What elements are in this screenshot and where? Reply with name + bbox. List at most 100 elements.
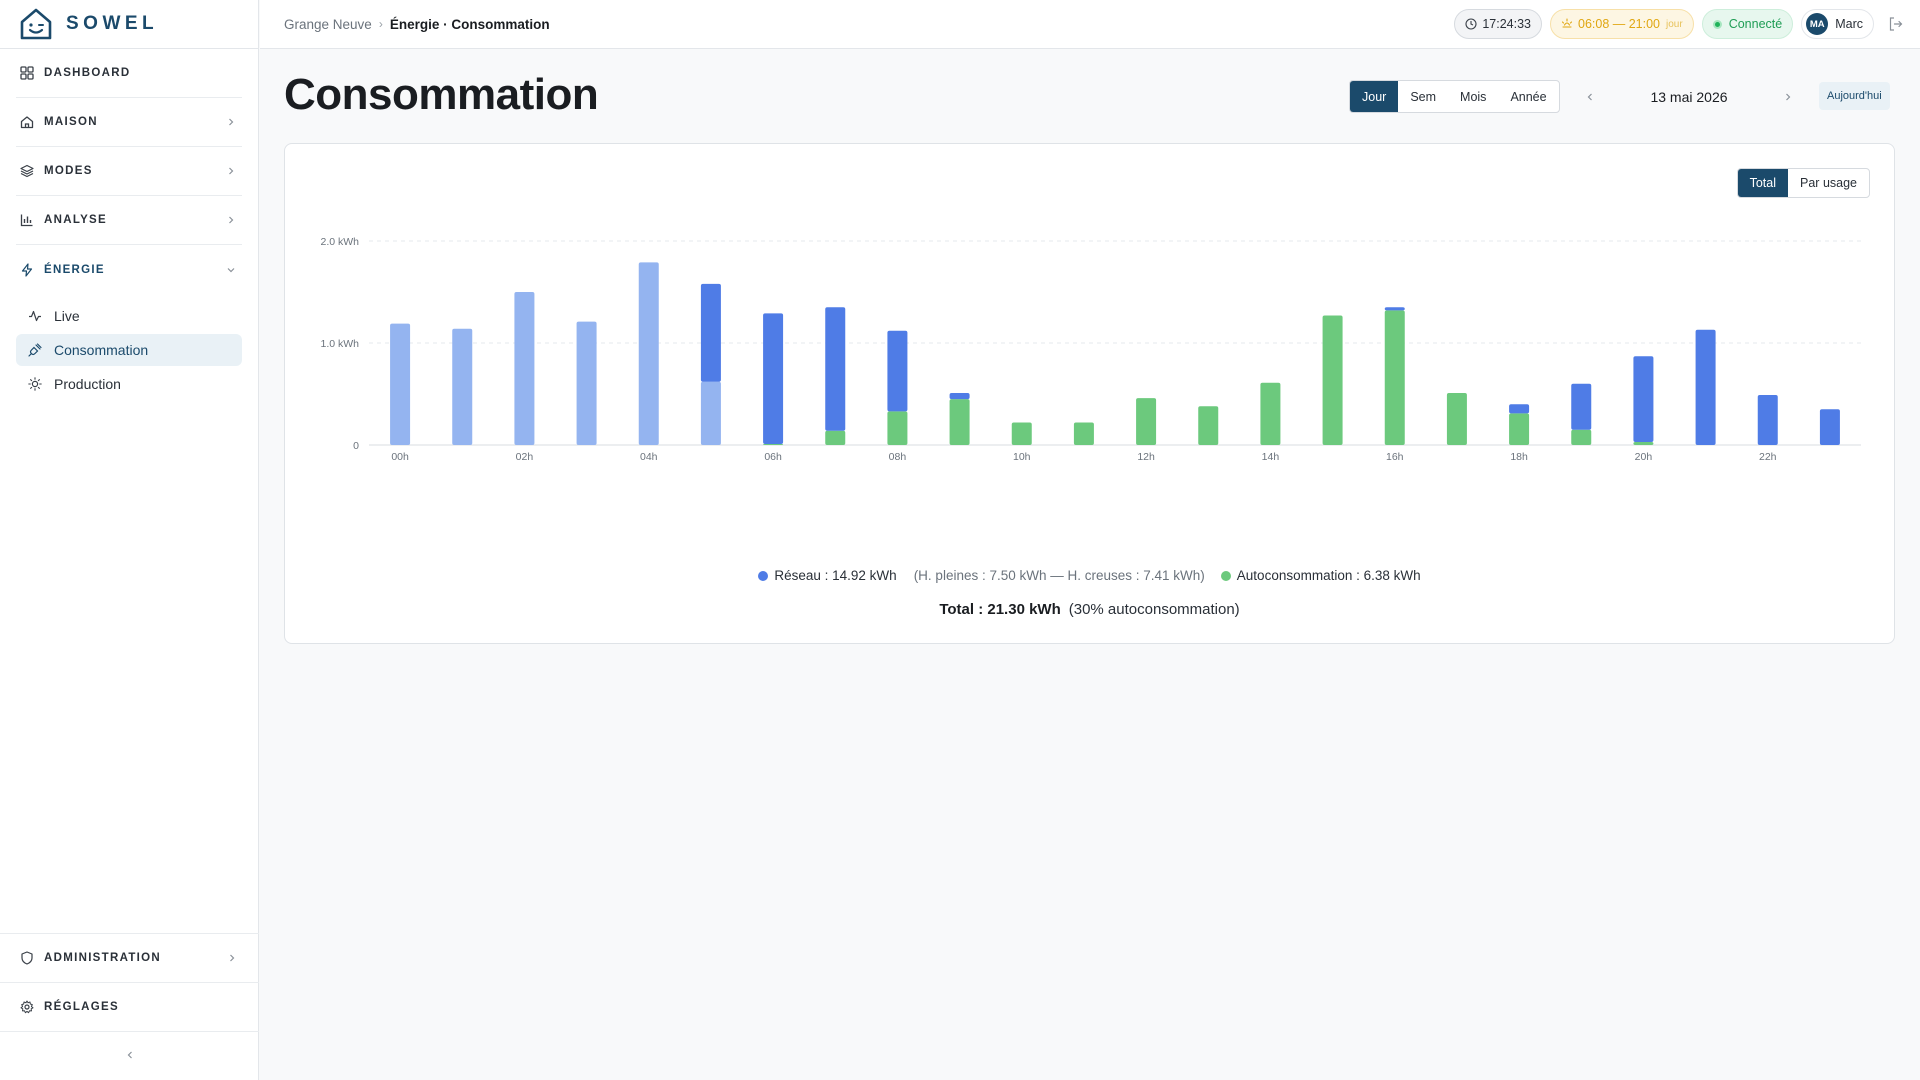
- current-date: 13 mai 2026: [1650, 88, 1728, 105]
- period-jour-button[interactable]: Jour: [1350, 81, 1399, 112]
- house-smile-logo-icon: [20, 8, 52, 40]
- mode-par-usage-button[interactable]: Par usage: [1788, 169, 1869, 197]
- view-mode-selector: Total Par usage: [1736, 168, 1870, 198]
- nav-label: ÉNERGIE: [44, 263, 105, 276]
- layers-icon: [20, 164, 34, 178]
- total-value: Total : 21.30 kWh: [939, 601, 1061, 618]
- connection-status-badge: Connecté: [1701, 9, 1794, 39]
- bar-segment: [576, 321, 597, 445]
- x-tick-label: 18h: [1510, 451, 1528, 463]
- bar-segment: [825, 430, 846, 445]
- legend-reseau: Réseau : 14.92 kWh: [774, 568, 897, 583]
- nav-item-analyse[interactable]: ANALYSE: [16, 196, 242, 245]
- bar-segment: [887, 411, 908, 445]
- chevron-right-icon: [226, 166, 236, 176]
- lightning-icon: [20, 262, 34, 277]
- consumption-chart-card: Total Par usage 0 1.0 kWh 2.0 kWh 00h 02h 04h…: [284, 143, 1895, 644]
- nav-label: RÉGLAGES: [44, 1001, 119, 1013]
- logout-icon[interactable]: [1888, 16, 1904, 32]
- sub-item-production[interactable]: Production: [16, 368, 242, 400]
- sun-range: 06:08 — 21:00: [1578, 17, 1661, 31]
- nav-item-dashboard[interactable]: DASHBOARD: [16, 49, 242, 98]
- bar-segment: [1571, 429, 1592, 445]
- today-button[interactable]: Aujourd'hui: [1819, 82, 1890, 110]
- status-dot: [1712, 19, 1722, 29]
- breadcrumb-home[interactable]: Grange Neuve: [284, 17, 372, 32]
- user-menu[interactable]: MA Marc: [1801, 9, 1874, 39]
- consumption-bar-chart: 0 1.0 kWh 2.0 kWh 00h 02h 04h 06h 08h 10h 12h 14h 1…: [320, 236, 1861, 463]
- total-detail: (30% autoconsommation): [1068, 601, 1240, 618]
- nav-item-energie[interactable]: ÉNERGIE: [16, 245, 242, 294]
- legend-auto: Autoconsommation : 6.38 kWh: [1236, 568, 1421, 583]
- bar-segment: [1011, 422, 1032, 445]
- bar-segment: [825, 307, 846, 431]
- sun-times-badge: 06:08 — 21:00 jour: [1550, 9, 1694, 39]
- activity-icon: [28, 309, 42, 323]
- bar-segment: [514, 292, 535, 445]
- bar-segment: [1446, 392, 1467, 445]
- nav-item-modes[interactable]: MODES: [16, 147, 242, 196]
- logo[interactable]: SOWEL: [0, 0, 258, 49]
- bar-segment: [1695, 329, 1716, 445]
- x-tick-label: 20h: [1635, 451, 1653, 463]
- bar-segment: [1384, 307, 1405, 311]
- period-mois-button[interactable]: Mois: [1448, 81, 1498, 112]
- bar-segment: [1571, 383, 1592, 430]
- breadcrumb-separator: ›: [378, 17, 383, 31]
- plug-icon: [28, 343, 42, 357]
- sidebar-bottom: ADMINISTRATION RÉGLAGES: [0, 933, 259, 1080]
- period-selector: Jour Sem Mois Année: [1349, 80, 1560, 113]
- x-tick-label: 10h: [1013, 451, 1031, 463]
- x-tick-label: 04h: [640, 451, 658, 463]
- legend-reseau-detail: (H. pleines : 7.50 kWh — H. creuses : 7.…: [913, 568, 1205, 583]
- sunrise-icon: [1561, 18, 1573, 30]
- sub-item-label: Live: [54, 308, 80, 324]
- sub-item-label: Production: [54, 376, 121, 392]
- bar-segment: [949, 392, 970, 400]
- nav-item-administration[interactable]: ADMINISTRATION: [0, 933, 259, 982]
- sun-icon: [28, 377, 42, 391]
- clock-icon: [1465, 18, 1477, 30]
- bar-segment: [949, 399, 970, 445]
- chevron-left-icon: [1587, 93, 1592, 100]
- topbar: Grange Neuve › Énergie · Consommation 17…: [260, 0, 1920, 49]
- period-annee-button[interactable]: Année: [1498, 81, 1558, 112]
- y-tick-label: 0: [353, 440, 359, 452]
- bar-segment: [1757, 395, 1778, 445]
- bar-segment: [763, 443, 784, 445]
- nav-label: DASHBOARD: [44, 67, 131, 79]
- chevron-right-icon: [226, 117, 236, 127]
- period-sem-button[interactable]: Sem: [1398, 81, 1448, 112]
- home-icon: [20, 115, 34, 129]
- nav-item-reglages[interactable]: RÉGLAGES: [0, 982, 259, 1031]
- bar-segment: [1073, 422, 1094, 445]
- sun-state: jour: [1666, 18, 1683, 30]
- page-title: Consommation: [284, 70, 599, 119]
- sidebar: SOWEL DASHBOARD MAISON MODES ANALYSE ÉNE…: [0, 0, 259, 1080]
- x-tick-label: 16h: [1386, 451, 1404, 463]
- x-tick-label: 06h: [764, 451, 782, 463]
- collapse-sidebar-button[interactable]: [0, 1031, 259, 1080]
- grid-icon: [20, 66, 34, 80]
- bar-segment: [1509, 404, 1530, 414]
- legend-swatch-reseau: [758, 570, 769, 581]
- bar-segment: [887, 330, 908, 412]
- chart-totals: Total : 21.30 kWh (30% autoconsommation): [285, 601, 1894, 618]
- connection-status: Connecté: [1728, 17, 1783, 31]
- nav-item-maison[interactable]: MAISON: [16, 98, 242, 147]
- previous-date-button[interactable]: [1578, 85, 1602, 109]
- mode-total-button[interactable]: Total: [1737, 169, 1789, 197]
- x-tick-label: 12h: [1137, 451, 1155, 463]
- chevron-left-icon: [125, 1047, 135, 1065]
- bar-segment: [763, 313, 784, 444]
- bar-segment: [700, 381, 721, 445]
- sub-item-live[interactable]: Live: [16, 300, 242, 332]
- topbar-status-area: 17:24:33 06:08 — 21:00 jour Connecté MA …: [1446, 9, 1904, 39]
- energie-subnav: Live Consommation Production: [16, 294, 242, 406]
- bar-segment: [1384, 310, 1405, 445]
- y-tick-label: 2.0 kWh: [320, 236, 359, 248]
- next-date-button[interactable]: [1776, 85, 1800, 109]
- bar-segment: [700, 283, 721, 382]
- sub-item-consommation[interactable]: Consommation: [16, 334, 242, 366]
- y-tick-label: 1.0 kWh: [320, 338, 359, 350]
